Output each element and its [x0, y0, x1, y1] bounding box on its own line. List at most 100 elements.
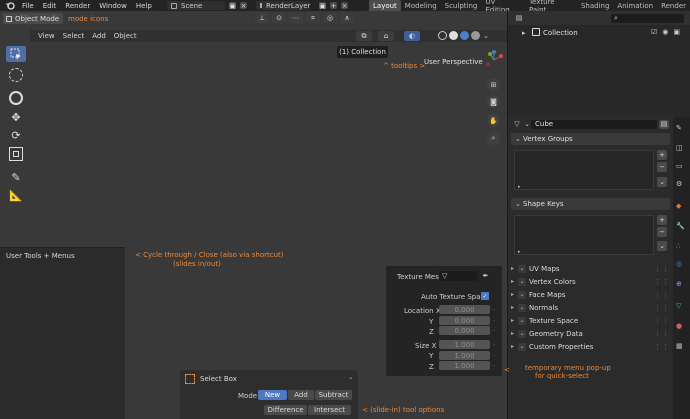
collection-item[interactable]: Collection	[543, 29, 578, 37]
section-normals[interactable]: ▸ ⌄ Normals ⋮⋮	[511, 302, 670, 313]
menu-edit[interactable]: Edit	[43, 2, 57, 10]
outliner-search-input[interactable]: ⌕	[611, 14, 684, 23]
mode-subtract-button[interactable]: Subtract	[315, 390, 352, 400]
mode-difference-button[interactable]: Difference	[264, 405, 307, 415]
grid-view-icon[interactable]: ⊞	[487, 78, 500, 91]
location-z-keyframe-icon[interactable]: ·	[493, 327, 496, 335]
tab-shading[interactable]: Shading	[577, 2, 613, 10]
shape-key-menu-icon[interactable]: ⌄	[657, 241, 667, 251]
physics-tab-icon[interactable]: ◎	[676, 260, 682, 268]
shape-keys-list[interactable]	[514, 215, 654, 255]
shape-keys-grip-icon[interactable]: ▸	[518, 249, 521, 255]
tab-sculpting[interactable]: Sculpting	[441, 2, 482, 10]
menu-file[interactable]: File	[22, 2, 34, 10]
texture-tab-icon[interactable]: ▦	[676, 342, 683, 350]
gizmo-toggle-icon[interactable]: ◐	[404, 31, 420, 41]
location-z-field[interactable]: 0.000	[439, 326, 490, 335]
uv-maps-drag-icon[interactable]: ⋮⋮	[654, 265, 670, 273]
auto-texture-space-checkbox[interactable]: ✓	[481, 292, 489, 300]
menu-help[interactable]: Help	[136, 2, 152, 10]
world-tab-icon[interactable]: ◆	[676, 202, 681, 210]
menu-render[interactable]: Render	[65, 2, 90, 10]
outliner-display-icon[interactable]: ▤	[512, 13, 526, 23]
wireframe-shading-icon[interactable]	[438, 31, 447, 40]
size-z-field[interactable]: 1.000	[439, 361, 490, 370]
mode-intersect-button[interactable]: Intersect	[308, 405, 351, 415]
scene-close-icon[interactable]: ×	[240, 2, 247, 10]
fake-user-icon[interactable]: ▤	[659, 119, 669, 129]
custom-properties-pin-icon[interactable]: ⌄	[518, 342, 526, 351]
menu-object[interactable]: Object	[114, 32, 137, 40]
constraints-tab-icon[interactable]: ⊕	[676, 280, 682, 288]
expand-arrow-icon[interactable]: ▸	[522, 29, 526, 37]
output-tab-icon[interactable]: ▭	[676, 162, 683, 170]
vertex-colors-pin-icon[interactable]: ⌄	[518, 277, 526, 286]
layer-add-icon[interactable]: +	[330, 2, 337, 10]
menu-view[interactable]: View	[38, 32, 55, 40]
section-uv-maps[interactable]: ▸ ⌄ UV Maps ⋮⋮	[511, 263, 670, 274]
location-x-keyframe-icon[interactable]: ·	[493, 306, 496, 314]
view-layer-selector[interactable]: RenderLayer	[256, 1, 310, 10]
orientation-icon[interactable]: ⟂	[255, 13, 269, 23]
material-shading-icon[interactable]	[460, 31, 469, 40]
layer-close-icon[interactable]: ×	[341, 2, 348, 10]
tool-tab-icon[interactable]: ✎	[676, 124, 682, 132]
snap-icon[interactable]: ⋯	[289, 13, 303, 23]
vertex-group-remove-icon[interactable]: −	[657, 162, 667, 172]
section-geometry-data[interactable]: ▸ ⌄ Geometry Data ⋮⋮	[511, 328, 670, 339]
scene-selector[interactable]: Scene	[167, 1, 225, 10]
geometry-data-pin-icon[interactable]: ⌄	[518, 329, 526, 338]
blender-logo-icon[interactable]	[5, 1, 15, 10]
tab-modeling[interactable]: Modeling	[401, 2, 441, 10]
uv-maps-pin-icon[interactable]: ⌄	[518, 264, 526, 273]
falloff-icon[interactable]: ∧	[340, 13, 354, 23]
size-z-keyframe-icon[interactable]: ·	[493, 362, 496, 370]
render-camera-icon[interactable]: ▣	[673, 28, 680, 36]
custom-properties-drag-icon[interactable]: ⋮⋮	[654, 343, 670, 351]
camera-view-icon[interactable]: ◙	[487, 95, 500, 108]
tab-animation[interactable]: Animation	[613, 2, 657, 10]
eyedropper-icon[interactable]: ✒	[481, 271, 490, 281]
menu-select[interactable]: Select	[63, 32, 85, 40]
face-maps-drag-icon[interactable]: ⋮⋮	[654, 291, 670, 299]
texture-mesh-field[interactable]: ▽	[439, 271, 477, 281]
overlays-icon[interactable]: ⌂	[378, 31, 394, 41]
section-vertex-colors[interactable]: ▸ ⌄ Vertex Colors ⋮⋮	[511, 276, 670, 287]
operator-collapse-icon[interactable]: ⌄	[348, 373, 354, 381]
location-y-keyframe-icon[interactable]: ·	[493, 317, 496, 325]
hide-eye-icon[interactable]: ◉	[662, 28, 668, 36]
axis-gizmo[interactable]	[484, 50, 504, 70]
tab-render[interactable]: Render	[657, 2, 690, 10]
zoom-icon[interactable]: ⌕	[487, 132, 500, 145]
size-x-field[interactable]: 1.000	[439, 340, 490, 349]
mode-selector[interactable]: Object Mode	[3, 13, 63, 24]
data-tab-icon[interactable]: ▽	[676, 302, 681, 310]
move-tool-icon[interactable]	[9, 91, 23, 105]
menu-add[interactable]: Add	[92, 32, 106, 40]
texture-space-drag-icon[interactable]: ⋮⋮	[654, 317, 670, 325]
vertex-group-add-icon[interactable]: +	[657, 150, 667, 160]
rendered-shading-icon[interactable]	[471, 31, 480, 40]
snap-target-icon[interactable]: ⌗	[306, 13, 320, 23]
scene-tab-icon[interactable]: ⚙	[676, 180, 682, 188]
vertex-colors-drag-icon[interactable]: ⋮⋮	[654, 278, 670, 286]
solid-shading-icon[interactable]	[449, 31, 458, 40]
data-dropdown-icon[interactable]: ⌄	[523, 120, 531, 128]
rotate-tool-icon[interactable]: ⟳	[9, 128, 23, 142]
section-face-maps[interactable]: ▸ ⌄ Face Maps ⋮⋮	[511, 289, 670, 300]
annotate-tool-icon[interactable]: ✎	[9, 170, 23, 184]
size-x-keyframe-icon[interactable]: ·	[493, 341, 496, 349]
size-y-keyframe-icon[interactable]: ·	[493, 352, 496, 360]
location-y-field[interactable]: 0.000	[439, 316, 490, 325]
section-custom-properties[interactable]: ▸ ⌄ Custom Properties ⋮⋮	[511, 341, 670, 352]
material-tab-icon[interactable]: ●	[676, 322, 682, 330]
shape-key-remove-icon[interactable]: −	[657, 227, 667, 237]
scene-browse-icon[interactable]: ▣	[229, 2, 236, 10]
select-box-tool-icon[interactable]	[6, 46, 26, 62]
modifier-tab-icon[interactable]: 🔧	[676, 222, 685, 230]
vertex-groups-list[interactable]	[514, 150, 654, 190]
translate-tool-icon[interactable]: ✥	[9, 110, 23, 124]
object-name-field[interactable]: Cube	[531, 119, 657, 129]
layer-browse-icon[interactable]: ▣	[319, 2, 326, 10]
exclude-checkbox-icon[interactable]: ☑	[651, 28, 657, 36]
